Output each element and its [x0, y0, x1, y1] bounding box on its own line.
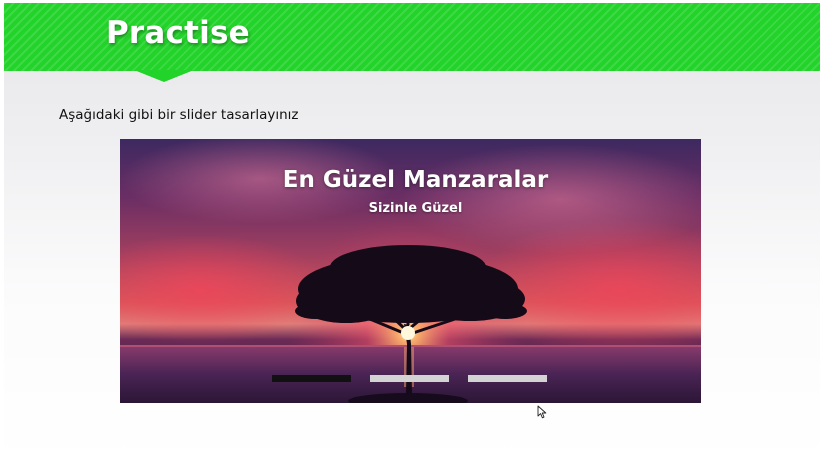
presentation-slide: Practise Aşağıdaki gibi bir slider tasar… — [4, 3, 820, 463]
slider-indicators — [272, 375, 547, 382]
image-slider[interactable]: En Güzel Manzaralar Sizinle Güzel — [120, 139, 701, 403]
slider-headline: En Güzel Manzaralar — [282, 167, 549, 193]
slider-indicator-2[interactable] — [370, 375, 449, 382]
mouse-cursor-icon — [537, 405, 547, 419]
instruction-text: Aşağıdaki gibi bir slider tasarlayınız — [59, 107, 299, 123]
title-banner: Practise — [4, 3, 820, 71]
slider-subheadline: Sizinle Güzel — [368, 201, 463, 216]
banner-notch — [134, 70, 194, 82]
slide-title: Practise — [106, 15, 250, 51]
slider-indicator-3[interactable] — [468, 375, 547, 382]
slider-indicator-1[interactable] — [272, 375, 351, 382]
